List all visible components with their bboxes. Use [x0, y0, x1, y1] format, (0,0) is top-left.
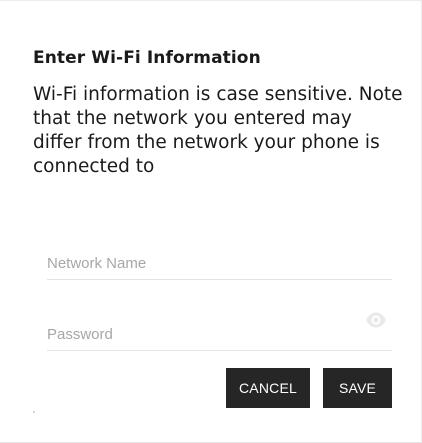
- dialog-description: Wi-Fi information is case sensitive. Not…: [33, 84, 403, 177]
- dialog-title: Enter Wi-Fi Information: [33, 48, 261, 68]
- save-button[interactable]: SAVE: [323, 368, 392, 408]
- network-name-input[interactable]: [47, 249, 347, 277]
- decorative-dot: [33, 411, 35, 413]
- eye-icon[interactable]: [364, 311, 388, 329]
- password-field-container: [47, 312, 392, 351]
- network-name-field-container: [47, 249, 392, 280]
- wifi-info-dialog: Enter Wi-Fi Information Wi-Fi informatio…: [0, 0, 422, 443]
- cancel-button[interactable]: CANCEL: [226, 368, 310, 408]
- password-input[interactable]: [47, 320, 347, 348]
